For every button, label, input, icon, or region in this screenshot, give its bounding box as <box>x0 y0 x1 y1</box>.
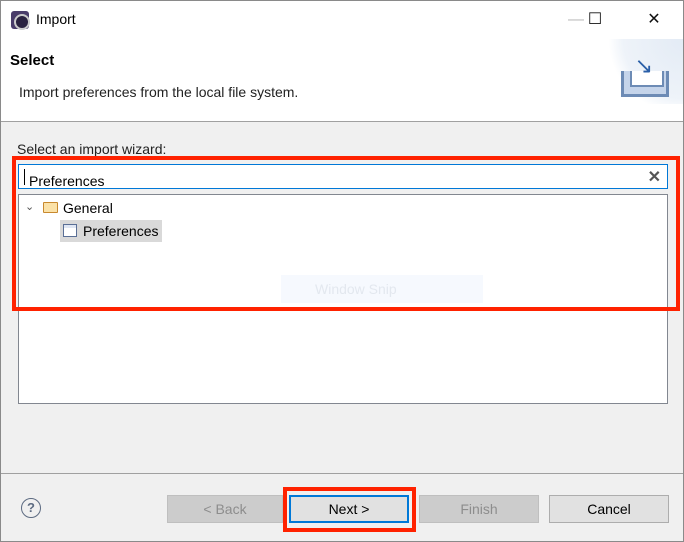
import-dialog: Import — ☐ ✕ Select Import preferences f… <box>0 0 684 542</box>
divider <box>1 473 683 474</box>
next-highlight-box <box>283 487 416 532</box>
arrow-down-right-icon: ↘ <box>634 53 653 78</box>
import-banner-icon: ↘ <box>608 39 683 104</box>
page-description: Import preferences from the local file s… <box>19 84 299 100</box>
maximize-button[interactable]: ☐ <box>575 7 615 33</box>
page-title: Select <box>10 52 55 69</box>
highlight-box <box>12 156 680 311</box>
wizard-header: Select Import preferences from the local… <box>1 39 683 122</box>
wizard-label: Select an import wizard: <box>17 141 167 157</box>
window-title: Import <box>36 11 76 27</box>
title-bar: Import — ☐ ✕ <box>1 1 683 39</box>
close-button[interactable]: ✕ <box>634 7 674 33</box>
back-button[interactable]: < Back <box>167 495 283 523</box>
help-icon[interactable]: ? <box>21 498 41 518</box>
cancel-button[interactable]: Cancel <box>549 495 669 523</box>
finish-button[interactable]: Finish <box>419 495 539 523</box>
eclipse-app-icon <box>11 11 30 30</box>
